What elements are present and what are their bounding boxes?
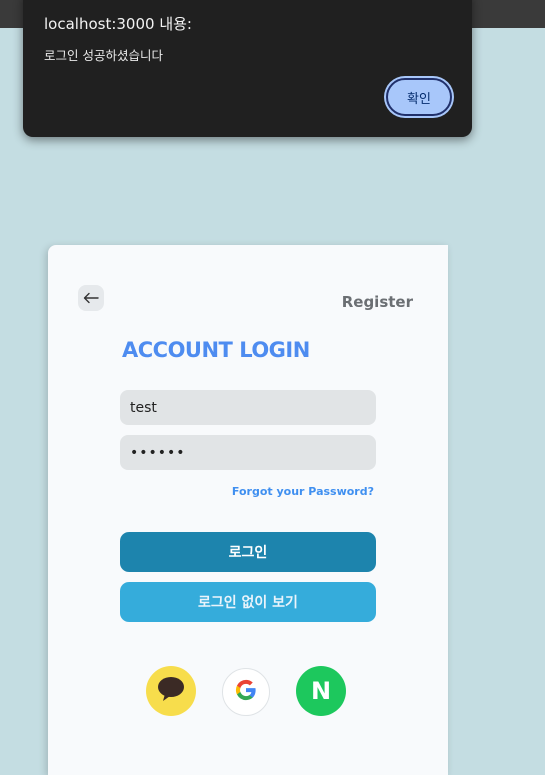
- dialog-title: localhost:3000 내용:: [44, 15, 192, 33]
- back-button[interactable]: [78, 285, 104, 311]
- forgot-password-link[interactable]: Forgot your Password?: [232, 485, 374, 498]
- login-card: Register ACCOUNT LOGIN Forgot your Passw…: [48, 245, 448, 775]
- alert-dialog: localhost:3000 내용: 로그인 성공하셨습니다 확인: [23, 0, 472, 137]
- ok-button[interactable]: 확인: [386, 78, 452, 116]
- dialog-message: 로그인 성공하셨습니다: [44, 48, 163, 63]
- browse-without-login-button[interactable]: 로그인 없이 보기: [120, 582, 376, 622]
- password-input[interactable]: [120, 435, 376, 470]
- arrow-left-icon: [83, 289, 99, 308]
- username-input[interactable]: [120, 390, 376, 425]
- register-link[interactable]: Register: [342, 293, 413, 311]
- google-icon: [235, 679, 257, 705]
- naver-icon: N: [310, 677, 332, 705]
- naver-login-button[interactable]: N: [296, 666, 346, 716]
- login-button[interactable]: 로그인: [120, 532, 376, 572]
- kakao-login-button[interactable]: [146, 666, 196, 716]
- google-login-button[interactable]: [222, 668, 270, 716]
- kakao-talk-icon: [156, 676, 186, 706]
- page-title: ACCOUNT LOGIN: [122, 338, 310, 362]
